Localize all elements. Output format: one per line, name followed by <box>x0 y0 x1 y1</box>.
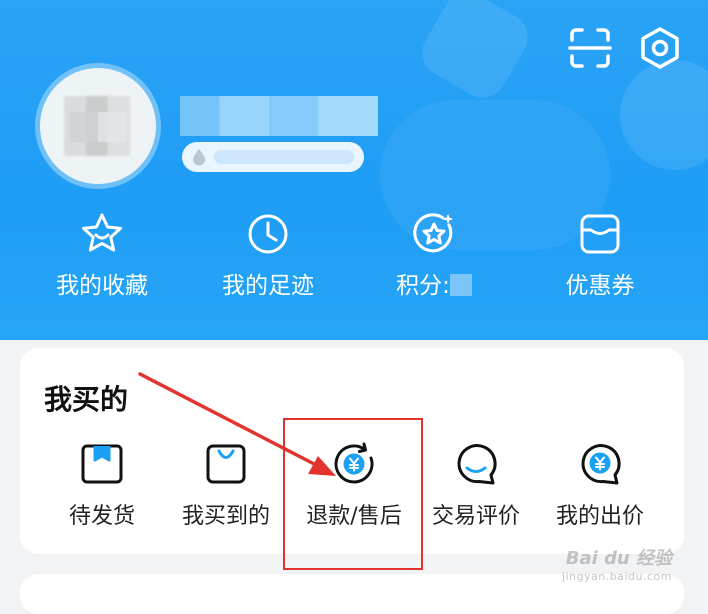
username-redacted <box>180 96 378 136</box>
avatar-image-detail <box>70 112 126 142</box>
purchases-title: 我买的 <box>44 383 129 416</box>
shopping-bag-icon <box>202 440 250 488</box>
points-label: 积分: <box>396 273 450 299</box>
decorative-circle <box>620 60 708 170</box>
bid-yen-icon <box>576 440 624 488</box>
avatar[interactable] <box>40 68 156 184</box>
quick-links-row: 我的收藏 我的足迹 积分: 优惠券 <box>0 208 708 308</box>
quick-link-points[interactable]: 积分: <box>354 208 514 308</box>
quick-link-points-label: 积分: <box>396 272 472 300</box>
quick-link-history[interactable]: 我的足迹 <box>188 208 348 308</box>
settings-icon[interactable] <box>634 22 686 74</box>
order-action-label: 待发货 <box>68 504 135 529</box>
review-bubble-icon <box>452 440 500 488</box>
quick-link-label: 优惠券 <box>565 273 635 299</box>
profile-header: 我的收藏 我的足迹 积分: 优惠券 <box>0 0 708 340</box>
water-drop-icon <box>193 149 205 166</box>
quick-link-favorites[interactable]: 我的收藏 <box>22 208 182 308</box>
level-text-redacted <box>214 150 354 164</box>
scan-icon[interactable] <box>564 22 616 74</box>
points-star-icon <box>408 208 460 260</box>
order-action-label: 我的出价 <box>555 504 644 529</box>
package-icon <box>78 440 126 488</box>
quick-link-coupons[interactable]: 优惠券 <box>520 208 680 308</box>
quick-link-label: 我的足迹 <box>222 273 314 299</box>
order-action-label: 交易评价 <box>431 504 520 529</box>
clock-icon <box>242 208 294 260</box>
order-action-label: 我买到的 <box>181 504 270 529</box>
watermark-logo-text: Bai du 经验 <box>565 548 672 569</box>
coupon-icon <box>574 208 626 260</box>
my-bids-button[interactable]: 我的出价 <box>538 440 662 540</box>
transaction-review-button[interactable]: 交易评价 <box>414 440 538 540</box>
annotation-highlight-box <box>283 418 423 570</box>
purchased-button[interactable]: 我买到的 <box>164 440 288 540</box>
star-icon <box>76 208 128 260</box>
user-level-pill[interactable] <box>182 142 364 172</box>
to-ship-button[interactable]: 待发货 <box>40 440 164 540</box>
watermark: Bai du 经验 jingyan.baidu.com <box>562 550 672 586</box>
points-value-redacted <box>449 274 472 296</box>
quick-link-label: 我的收藏 <box>56 273 148 299</box>
decorative-plus-shape <box>413 0 537 107</box>
watermark-url: jingyan.baidu.com <box>561 570 672 583</box>
